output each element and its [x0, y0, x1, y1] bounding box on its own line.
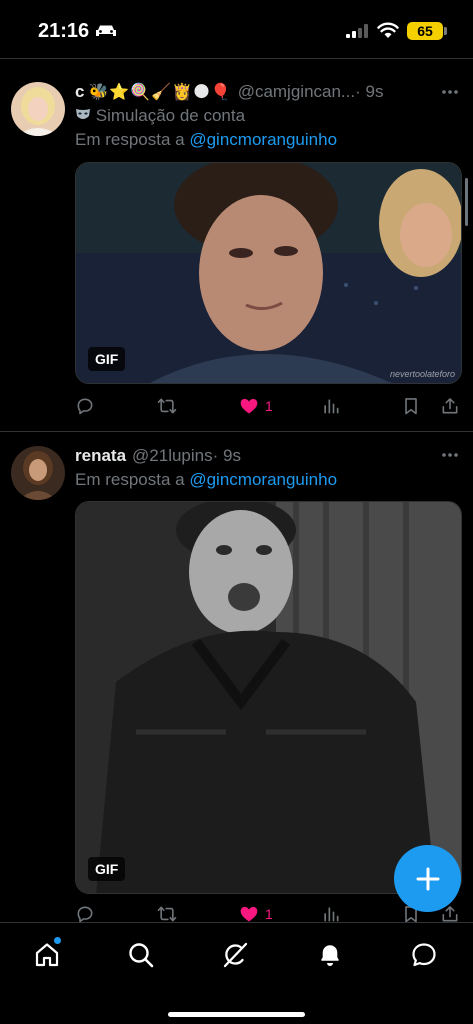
reply-mention[interactable]: @gincmoranguinho [189, 470, 337, 489]
tweet-header: c 🐝⭐🍭🧹👸🌑🎈 @camjgincan... · 9s [75, 82, 383, 102]
compose-button[interactable] [394, 845, 461, 912]
like-button[interactable]: 1 [239, 394, 273, 418]
tweet-media-gif[interactable]: GIF nevertoolateforo [75, 162, 462, 384]
retweet-button[interactable] [157, 394, 177, 418]
battery-level: 65 [417, 23, 433, 39]
scrollbar[interactable] [465, 178, 468, 226]
like-count: 1 [265, 398, 273, 414]
nav-search[interactable] [125, 939, 157, 971]
reply-mention[interactable]: @gincmoranguinho [189, 130, 337, 149]
views-icon [324, 399, 339, 414]
gif-frame [76, 163, 461, 383]
reply-context: Em resposta a @gincmoranguinho [75, 470, 337, 490]
grok-icon [223, 942, 248, 968]
user-handle[interactable]: @camjgincan... [238, 82, 355, 102]
header-divider [0, 58, 473, 59]
display-name[interactable]: renata [75, 446, 126, 466]
nav-grok[interactable] [219, 939, 251, 971]
bookmark-icon [405, 398, 417, 415]
battery-icon: 65 [407, 22, 443, 40]
display-name[interactable]: c [75, 82, 84, 102]
reply-button[interactable] [75, 394, 95, 418]
reply-prefix: Em resposta a [75, 470, 185, 489]
timestamp[interactable]: · 9s [355, 82, 383, 102]
like-icon [240, 398, 258, 414]
reply-context: Em resposta a @gincmoranguinho [75, 130, 337, 150]
bookmark-button[interactable] [401, 394, 421, 418]
reply-prefix: Em resposta a [75, 130, 185, 149]
tweet-media-gif[interactable]: GIF [75, 501, 462, 894]
share-button[interactable] [440, 394, 460, 418]
car-icon [96, 25, 116, 36]
reply-icon [77, 398, 93, 415]
share-icon [442, 398, 458, 414]
retweet-icon [157, 398, 177, 414]
search-icon [129, 943, 154, 968]
tweet-header: renata @21lupins · 9s [75, 446, 241, 466]
messages-icon [412, 943, 436, 967]
home-indicator[interactable] [168, 1012, 305, 1017]
views-button[interactable] [321, 394, 341, 418]
mask-icon [76, 109, 90, 119]
avatar[interactable] [11, 82, 65, 136]
user-handle[interactable]: @21lupins [132, 446, 213, 466]
tweet-actions: 1 [75, 394, 465, 418]
more-options-icon[interactable] [441, 452, 459, 458]
like-count: 1 [265, 906, 273, 922]
gif-frame [76, 502, 461, 893]
views-icon [324, 907, 339, 922]
retweet-icon [157, 906, 177, 922]
media-watermark: nevertoolateforo [389, 369, 455, 379]
cellular-signal-icon [346, 24, 368, 38]
reply-icon [77, 906, 93, 923]
wifi-icon [377, 22, 399, 38]
timestamp[interactable]: · 9s [213, 446, 241, 466]
avatar[interactable] [11, 446, 65, 500]
bottom-nav [0, 922, 473, 1024]
display-name-emoji: 🐝⭐🍭🧹👸🌑🎈 [88, 84, 232, 101]
gif-badge: GIF [88, 347, 126, 371]
battery-cap [444, 27, 447, 35]
compose-plus-icon [416, 867, 439, 890]
status-time: 21:16 [38, 20, 90, 42]
status-bar: 21:16 65 [0, 0, 473, 58]
like-icon [240, 906, 258, 922]
notifications-icon [321, 945, 339, 966]
home-notification-dot [54, 937, 61, 944]
account-simulation-text: Simulação de conta [95, 106, 246, 125]
more-options-icon[interactable] [441, 89, 459, 95]
tweet-divider [0, 431, 473, 432]
account-simulation-label: Simulação de conta [75, 106, 245, 126]
nav-messages[interactable] [408, 939, 440, 971]
gif-badge: GIF [88, 857, 126, 881]
nav-notifications[interactable] [314, 939, 346, 971]
home-icon [35, 943, 59, 967]
